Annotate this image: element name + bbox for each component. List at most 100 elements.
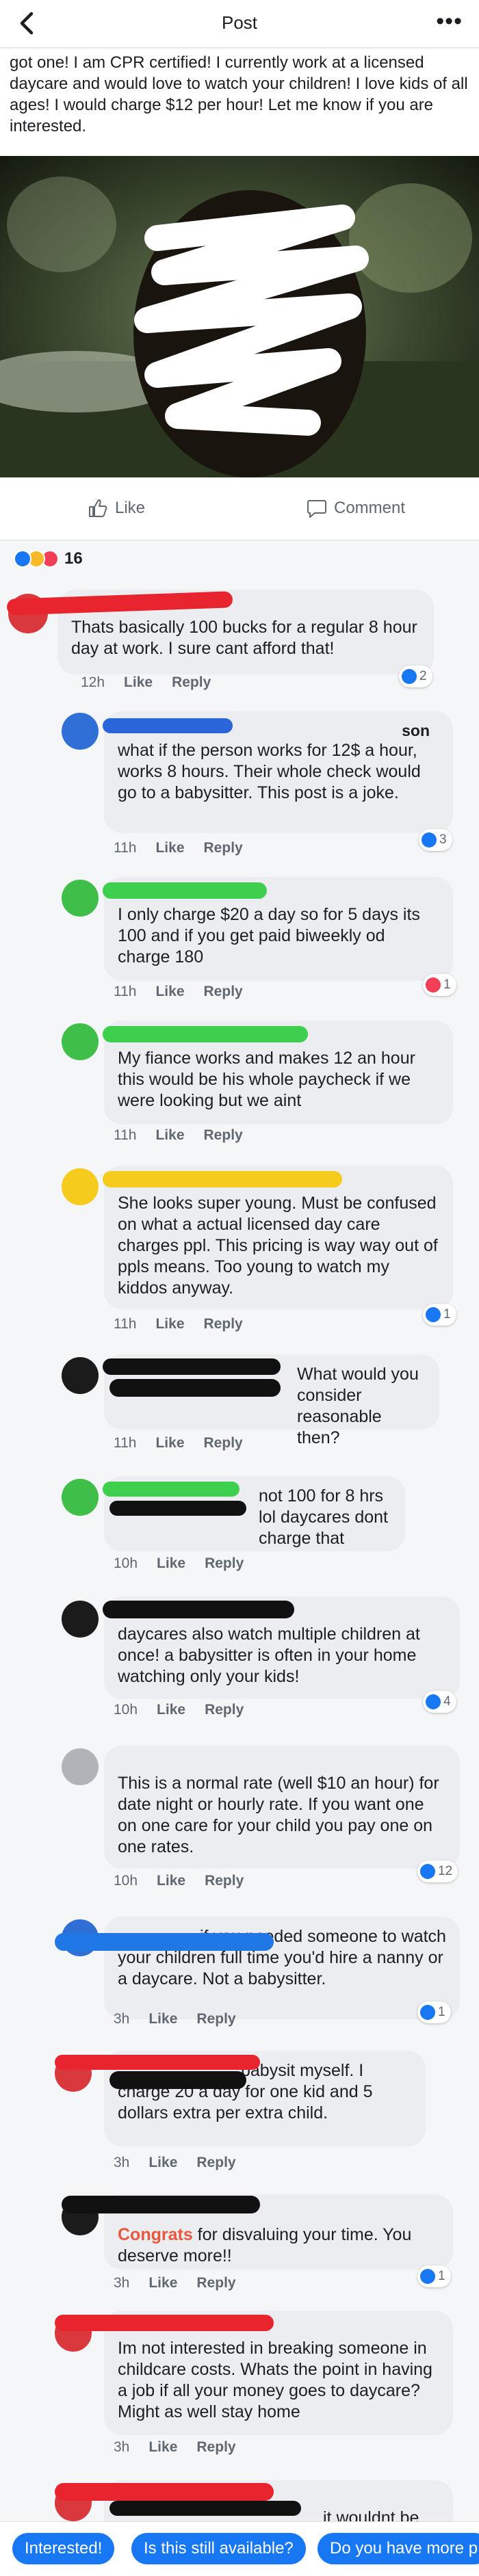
comment-reply-link[interactable]: Reply [196,2439,235,2455]
reaction-count: 1 [438,2005,445,2019]
avatar[interactable] [62,1748,99,1785]
timestamp: 12h [81,674,105,690]
timestamp: 11h [114,1127,137,1143]
timestamp: 10h [114,1555,138,1571]
comment-reply-link[interactable]: Reply [196,2011,235,2027]
post-photo[interactable] [0,156,479,477]
quick-reply-more[interactable]: Do you have more p [318,2533,479,2564]
comment-meta: 10h Like Reply [114,1873,263,1889]
redaction-scribble [103,1026,308,1042]
comment-reply-link[interactable]: Reply [196,2275,235,2291]
avatar[interactable] [62,880,99,917]
comment-like-link[interactable]: Like [155,840,184,856]
comment-reply-link[interactable]: Reply [172,674,211,690]
comment-button[interactable]: Comment [307,498,405,518]
comment-reply-link[interactable]: Reply [204,1435,243,1451]
comment-reply-link[interactable]: Reply [205,1555,244,1571]
comment-reply-link[interactable]: Reply [196,2155,235,2170]
comment-meta: 10h Like Reply [114,1555,263,1572]
comment-like-link[interactable]: Like [155,984,184,999]
comment-reply-link[interactable]: Reply [204,984,243,999]
comment-reply-link[interactable]: Reply [205,1873,244,1889]
avatar[interactable] [62,1357,99,1394]
timestamp: 10h [114,1873,138,1889]
comment-meta: 3h Like Reply [114,2275,255,2291]
redaction-scribble [55,2483,274,2501]
comment-text: Im not interested in breaking someone in… [118,2339,432,2421]
reaction-summary[interactable]: 16 [14,547,83,570]
reaction-badge[interactable]: 1 [423,1304,456,1326]
comment-like-link[interactable]: Like [148,2011,177,2027]
comment-meta: 12h Like Reply [81,674,230,691]
comment-like-link[interactable]: Like [157,1555,185,1571]
redaction-scribble [55,2055,260,2070]
comment-reply-link[interactable]: Reply [204,840,243,856]
like-reaction-icon [420,2005,435,2020]
reaction-badge[interactable]: 2 [399,666,432,687]
comment-text: She looks super young. Must be confused … [118,1194,438,1298]
comment-icon [307,500,326,518]
reaction-count: 1 [438,2269,445,2283]
timestamp: 10h [114,1702,138,1718]
comment-text: This is a normal rate (well $10 an hour)… [118,1774,439,1856]
like-button[interactable]: Like [88,498,145,518]
more-options-icon[interactable]: ••• [436,8,463,35]
like-reaction-icon [422,832,437,847]
timestamp: 3h [114,2155,130,2170]
comment-meta: 11h Like Reply [114,840,262,856]
comment-like-link[interactable]: Like [148,2275,177,2291]
reaction-badge[interactable]: 4 [423,1691,456,1713]
comment-like-link[interactable]: Like [155,1316,184,1332]
reaction-badge[interactable]: 1 [423,974,456,996]
post-action-bar: Like Comment [0,477,479,540]
avatar[interactable] [62,1479,99,1516]
quick-reply-interested[interactable]: Interested! [12,2533,115,2564]
like-reaction-icon [420,2269,435,2284]
quick-reply-still-available[interactable]: Is this still available? [131,2533,306,2564]
like-reaction-icon [426,1694,441,1709]
redaction-scribble [55,1933,274,1951]
commenter-name[interactable] [118,1755,446,1773]
comment-like-link[interactable]: Like [124,674,153,690]
avatar[interactable] [62,1023,99,1060]
comment-reply-link[interactable]: Reply [204,1127,243,1143]
comment-meta: 10h Like Reply [114,1702,263,1718]
comment-like-link[interactable]: Like [148,2155,177,2170]
reaction-badge[interactable]: 3 [419,829,452,851]
reaction-count: 16 [64,549,83,568]
comment-like-link[interactable]: Like [157,1702,185,1718]
redaction-scribble [109,1379,281,1397]
like-reaction-icon [420,1864,435,1879]
timestamp: 11h [114,840,137,856]
avatar[interactable] [62,713,99,750]
comment-bubble: This is a normal rate (well $10 an hour)… [104,1746,460,1869]
comment-highlight: Congrats [118,2225,193,2244]
redaction-scribble [103,1482,240,1497]
comment-reply-link[interactable]: Reply [205,1702,244,1718]
comment-meta: 11h Like Reply [114,1435,262,1451]
avatar[interactable] [62,1168,99,1205]
comment-like-link[interactable]: Like [157,1873,185,1889]
comment-like-link[interactable]: Like [148,2439,177,2455]
redaction-scribble [109,2071,246,2089]
like-reaction-icon [426,1307,441,1322]
reaction-count: 12 [438,1864,453,1878]
comment-text: Thats basically 100 bucks for a regular … [71,618,417,658]
comment-text: what if the person works for 12$ a hour,… [118,741,421,802]
redaction-scribble [103,1601,294,1618]
comment-reply-link[interactable]: Reply [204,1316,243,1332]
reaction-badge[interactable]: 1 [417,2001,451,2023]
comment-meta: 3h Like Reply [114,2011,255,2027]
comment-text: I only charge $20 a day so for 5 days it… [118,905,420,967]
timestamp: 11h [114,1316,137,1332]
reaction-count: 2 [419,669,427,683]
avatar[interactable] [62,1601,99,1638]
reaction-badge[interactable]: 12 [417,1861,458,1882]
timestamp: 11h [114,984,137,999]
timestamp: 3h [114,2439,130,2455]
love-reaction-icon [426,977,441,993]
comment-like-link[interactable]: Like [155,1127,184,1143]
reaction-badge[interactable]: 1 [417,2265,451,2287]
comment-like-link[interactable]: Like [155,1435,184,1451]
reaction-count: 3 [439,832,447,847]
